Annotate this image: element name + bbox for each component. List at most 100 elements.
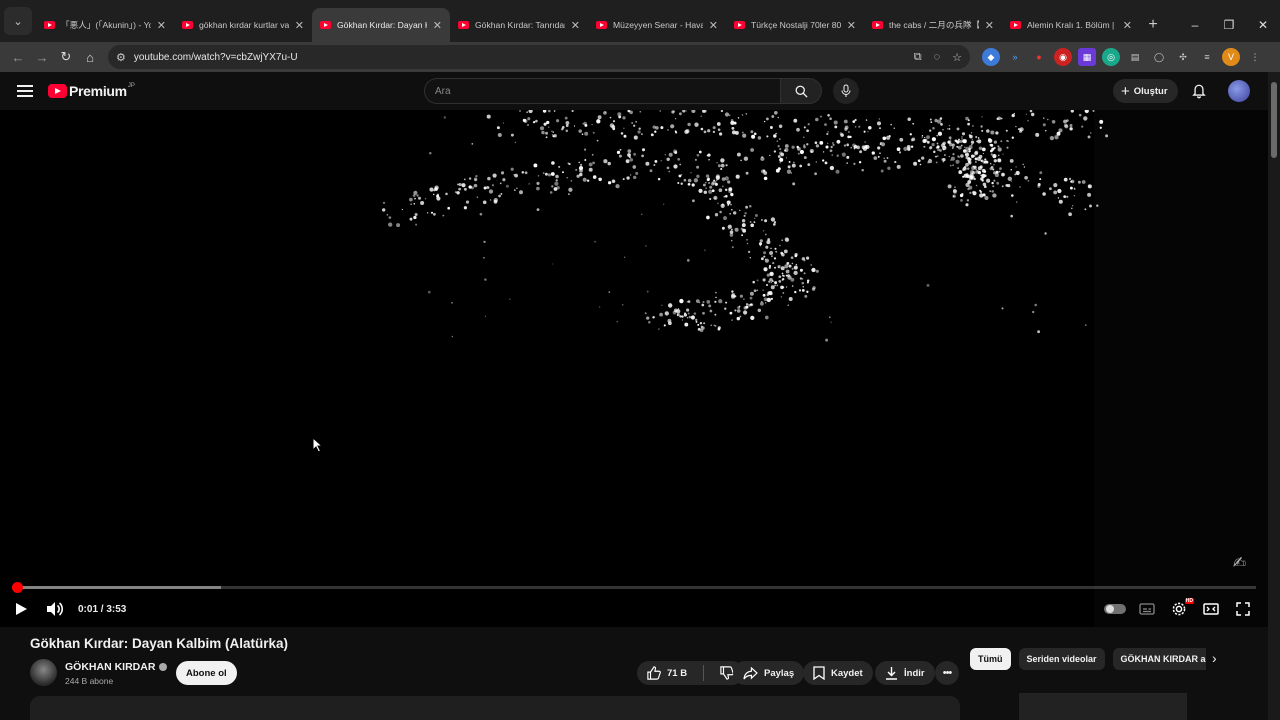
close-window-icon[interactable]: ✕	[1246, 18, 1280, 32]
particle-dot	[814, 172, 817, 176]
home-button[interactable]: ⌂	[78, 45, 102, 69]
page-scrollbar[interactable]	[1268, 72, 1280, 720]
download-button[interactable]: İndir	[875, 661, 935, 685]
new-tab-button[interactable]: +	[1140, 8, 1166, 42]
particle-dot	[542, 172, 545, 175]
youtube-premium-logo[interactable]: Premium JP	[48, 83, 135, 99]
subtitles-button[interactable]	[1134, 596, 1160, 622]
forward-button[interactable]: →	[30, 45, 54, 69]
particle-dot	[690, 172, 692, 174]
close-icon[interactable]: ✕	[433, 19, 442, 32]
channel-avatar[interactable]	[30, 659, 57, 686]
extension-icon[interactable]: »	[1006, 48, 1024, 66]
close-icon[interactable]: ✕	[847, 19, 856, 32]
particle-dot	[667, 129, 669, 131]
extension-icon[interactable]: ◉	[1054, 48, 1072, 66]
particle-dot	[1001, 185, 1004, 188]
description-box[interactable]	[30, 696, 960, 720]
voice-search-button[interactable]	[833, 78, 859, 104]
account-avatar[interactable]	[1228, 80, 1250, 102]
close-icon[interactable]: ✕	[295, 19, 304, 32]
scrollbar-thumb[interactable]	[1271, 82, 1277, 158]
autoplay-toggle[interactable]	[1102, 596, 1128, 622]
search-button[interactable]	[780, 78, 822, 104]
particle-dot	[677, 308, 680, 310]
browser-tab[interactable]: Türkçe Nostalji 70ler 80ler✕	[726, 8, 864, 42]
browser-tab[interactable]: Gökhan Kırdar: Tanrıdan G✕	[450, 8, 588, 42]
record-icon[interactable]: ●	[1030, 48, 1048, 66]
chevron-right-icon[interactable]: ›	[1212, 650, 1217, 666]
save-button[interactable]: Kaydet	[803, 661, 873, 685]
particle-dot	[645, 245, 647, 247]
particle-dot	[990, 153, 993, 156]
particle-dot	[774, 281, 778, 285]
theater-mode-button[interactable]	[1198, 596, 1224, 622]
progress-bar[interactable]	[11, 582, 1256, 593]
install-app-icon[interactable]: ⧉	[914, 51, 922, 64]
bookmark-star-icon[interactable]: ☆	[952, 51, 962, 64]
particle-dot	[863, 130, 866, 133]
minimize-icon[interactable]: –	[1178, 18, 1212, 32]
close-icon[interactable]: ✕	[1123, 19, 1132, 32]
related-video-thumbnail[interactable]	[1019, 693, 1187, 720]
extension-icon[interactable]: ◯	[1150, 48, 1168, 66]
play-button[interactable]	[8, 596, 34, 622]
browser-tab[interactable]: 「悪人」(「Akunin」) - YouTube✕	[36, 8, 174, 42]
browser-tab[interactable]: gökhan kırdar kurtlar vadisi✕	[174, 8, 312, 42]
channel-watermark-icon[interactable]: ✍	[1233, 553, 1246, 573]
kebab-menu-icon[interactable]: ⋮	[1246, 48, 1264, 66]
close-icon[interactable]: ✕	[709, 19, 718, 32]
profile-icon[interactable]: V	[1222, 48, 1240, 66]
close-icon[interactable]: ✕	[571, 19, 580, 32]
extension-icon[interactable]: ▤	[1126, 48, 1144, 66]
particle-dot	[991, 147, 995, 151]
tab-search-button[interactable]: ⌄	[4, 7, 32, 35]
particle-dot	[777, 116, 780, 119]
share-button[interactable]: Paylaş	[733, 661, 805, 685]
browser-tab[interactable]: Alemin Kralı 1. Bölüm | Fu ✕	[1002, 8, 1140, 42]
chip-all[interactable]: Tümü	[970, 648, 1011, 670]
extension-icon[interactable]: ◎	[1102, 48, 1120, 66]
eye-off-icon[interactable]: ◌	[934, 51, 941, 64]
notifications-button[interactable]	[1191, 82, 1207, 104]
particle-dot	[993, 140, 997, 144]
restore-icon[interactable]: ❐	[1212, 18, 1246, 32]
chip-channel[interactable]: GÖKHAN KIRDAR adlı	[1112, 648, 1206, 670]
particle-dot	[608, 291, 611, 293]
search-input[interactable]	[424, 78, 780, 104]
particle-dot	[484, 315, 486, 317]
subscribe-button[interactable]: Abone ol	[176, 661, 237, 685]
reading-list-icon[interactable]: ≡	[1198, 48, 1216, 66]
channel-name[interactable]: GÖKHAN KIRDAR	[65, 661, 168, 673]
particle-dot	[806, 129, 809, 133]
create-button[interactable]: + Oluştur	[1113, 79, 1178, 103]
browser-tab[interactable]: the cabs / 二月の兵隊【Offi✕	[864, 8, 1002, 42]
particle-dot	[1013, 112, 1015, 115]
particle-dot	[879, 127, 881, 130]
particle-dot	[483, 240, 486, 244]
browser-tab[interactable]: Müzeyyen Senar - Havada✕	[588, 8, 726, 42]
particle-dot	[932, 126, 935, 130]
back-button[interactable]: ←	[6, 45, 30, 69]
particle-dot	[780, 296, 783, 298]
extension-icon[interactable]: ◆	[982, 48, 1000, 66]
browser-tab-active[interactable]: Gökhan Kırdar: Dayan Kalbim✕	[312, 8, 450, 42]
mute-button[interactable]	[42, 596, 68, 622]
fullscreen-button[interactable]	[1230, 596, 1256, 622]
more-actions-button[interactable]: •••	[935, 661, 959, 685]
chip-series-videos[interactable]: Seriden videolar	[1018, 648, 1105, 670]
video-player[interactable]: ✍ 0:01 / 3:53 HD	[0, 110, 1268, 627]
close-icon[interactable]: ✕	[985, 19, 994, 32]
hamburger-menu-icon[interactable]	[17, 85, 33, 97]
address-bar[interactable]: ⚙ youtube.com/watch?v=cbZwjYX7u-U ⧉ ◌ ☆	[108, 45, 970, 69]
reload-button[interactable]: ↻	[54, 45, 78, 69]
like-button[interactable]: 71 B	[637, 661, 697, 685]
particle-dot	[774, 284, 776, 287]
close-icon[interactable]: ✕	[157, 19, 166, 32]
site-info-icon[interactable]: ⚙	[116, 51, 126, 64]
puzzle-icon[interactable]: ✣	[1174, 48, 1192, 66]
particle-dot	[991, 181, 994, 185]
extension-icon[interactable]: ▦	[1078, 48, 1096, 66]
progress-scrubber[interactable]	[11, 582, 23, 593]
settings-button[interactable]: HD	[1166, 596, 1194, 622]
